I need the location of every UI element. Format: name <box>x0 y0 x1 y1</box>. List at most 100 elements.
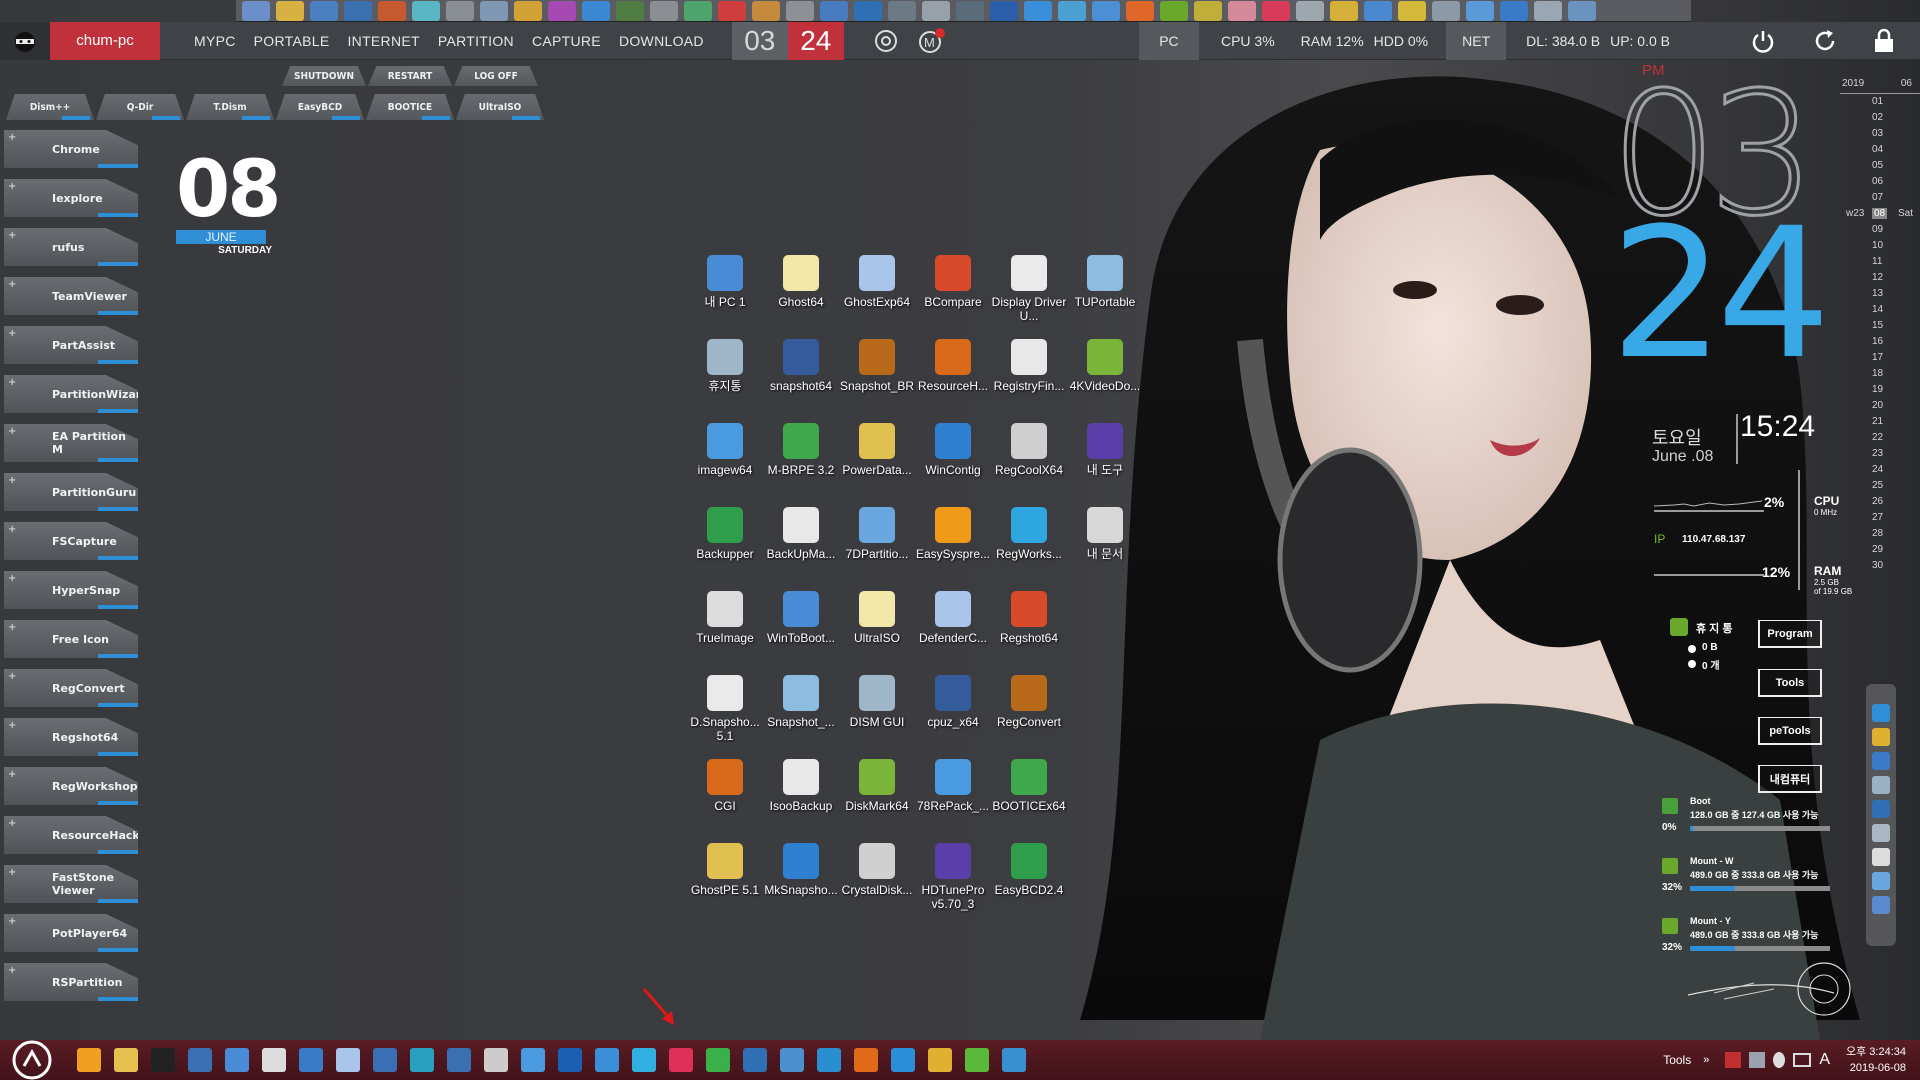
calendar-day[interactable]: 07 <box>1840 190 1920 206</box>
calendar-day[interactable]: 25 <box>1840 478 1920 494</box>
launcher-item[interactable]: + ResourceHacker <box>4 816 138 854</box>
launcher-item[interactable]: + PartAssist <box>4 326 138 364</box>
launcher-item[interactable]: + RSPartition <box>4 963 138 1001</box>
quick-launch-icon[interactable] <box>990 0 1018 21</box>
quick-launch-icon[interactable] <box>480 0 508 21</box>
calendar-day[interactable]: 02 <box>1840 110 1920 126</box>
quick-launch-icon[interactable] <box>854 0 882 21</box>
taskbar-app-icon[interactable] <box>447 1048 471 1072</box>
desktop-icon[interactable]: TrueImage <box>686 591 764 645</box>
dock-icon[interactable] <box>1872 704 1890 722</box>
taskbar-app-icon[interactable] <box>817 1048 841 1072</box>
calendar-day[interactable]: 10 <box>1840 238 1920 254</box>
tool-tab-tdism[interactable]: T.Dism <box>186 94 274 120</box>
quick-launch-icon[interactable] <box>956 0 984 21</box>
quick-launch-icon[interactable] <box>1058 0 1086 21</box>
taskbar-app-icon[interactable] <box>780 1048 804 1072</box>
dock-icon[interactable] <box>1872 896 1890 914</box>
launcher-item[interactable]: + HyperSnap <box>4 571 138 609</box>
desktop-icon[interactable]: Display Driver U... <box>990 255 1068 323</box>
taskbar-app-icon[interactable] <box>1002 1048 1026 1072</box>
desktop-icon[interactable]: PowerData... <box>838 423 916 477</box>
quick-launch-icon[interactable] <box>616 0 644 21</box>
desktop-icon[interactable]: snapshot64 <box>762 339 840 393</box>
desktop-icon[interactable]: 내 도구 <box>1066 423 1144 477</box>
taskbar-app-icon[interactable] <box>151 1048 175 1072</box>
dock-icon[interactable] <box>1872 824 1890 842</box>
quick-launch-icon[interactable] <box>412 0 440 21</box>
desktop-icon[interactable]: Snapshot_... <box>762 675 840 729</box>
quick-launch-icon[interactable] <box>786 0 814 21</box>
calendar-day[interactable]: 14 <box>1840 302 1920 318</box>
quick-launch-icon[interactable] <box>1092 0 1120 21</box>
quick-launch-icon[interactable] <box>820 0 848 21</box>
restart-icon[interactable] <box>1806 22 1844 60</box>
quick-launch-icon[interactable] <box>1500 0 1528 21</box>
quick-launch-icon[interactable] <box>1568 0 1596 21</box>
mail-icon[interactable]: M <box>916 25 948 57</box>
taskbar-app-icon[interactable] <box>928 1048 952 1072</box>
tray-tools-label[interactable]: Tools <box>1663 1053 1691 1067</box>
dock-icon[interactable] <box>1872 728 1890 746</box>
launcher-item[interactable]: + Regshot64 <box>4 718 138 756</box>
menu-portable[interactable]: PORTABLE <box>254 33 330 49</box>
desktop-icon[interactable]: imagew64 <box>686 423 764 477</box>
calendar-day[interactable]: 06 <box>1840 174 1920 190</box>
recycle-bin-icon[interactable] <box>1670 618 1688 636</box>
desktop-icon[interactable]: ResourceH... <box>914 339 992 393</box>
quick-launch-icon[interactable] <box>1024 0 1052 21</box>
launcher-item[interactable]: + FSCapture <box>4 522 138 560</box>
launcher-item[interactable]: + EA Partition M <box>4 424 138 462</box>
dock-icon[interactable] <box>1872 752 1890 770</box>
desktop-icon[interactable]: RegistryFin... <box>990 339 1068 393</box>
taskbar-app-icon[interactable] <box>77 1048 101 1072</box>
quick-launch-icon[interactable] <box>684 0 712 21</box>
taskbar-app-icon[interactable] <box>225 1048 249 1072</box>
network-icon[interactable] <box>1749 1052 1766 1068</box>
taskbar-app-icon[interactable] <box>373 1048 397 1072</box>
quick-launch-icon[interactable] <box>650 0 678 21</box>
menu-mypc[interactable]: MYPC <box>194 33 236 49</box>
mycomputer-button[interactable]: 내컴퓨터 <box>1758 765 1822 793</box>
desktop-icon[interactable]: DISM GUI <box>838 675 916 729</box>
lock-icon[interactable] <box>1865 22 1903 60</box>
desktop-icon[interactable]: 휴지통 <box>686 339 764 393</box>
quick-launch-icon[interactable] <box>548 0 576 21</box>
calendar-day[interactable]: 24 <box>1840 462 1920 478</box>
calendar-day[interactable]: 30 <box>1840 558 1920 574</box>
quick-launch-icon[interactable] <box>1194 0 1222 21</box>
desktop-icon[interactable]: BackUpMa... <box>762 507 840 561</box>
taskbar-app-icon[interactable] <box>484 1048 508 1072</box>
launcher-item[interactable]: + Chrome <box>4 130 138 168</box>
calendar-day[interactable]: 29 <box>1840 542 1920 558</box>
calendar-day[interactable]: 18 <box>1840 366 1920 382</box>
desktop-icon[interactable]: MkSnapsho... <box>762 843 840 897</box>
taskbar-app-icon[interactable] <box>965 1048 989 1072</box>
desktop-icon[interactable]: 내 PC 1 <box>686 255 764 309</box>
desktop-icon[interactable]: GhostPE 5.1 <box>686 843 764 897</box>
calendar-day[interactable]: 17 <box>1840 350 1920 366</box>
restart-tab[interactable]: RESTART <box>368 66 452 86</box>
desktop-icon[interactable]: Snapshot_BR <box>838 339 916 393</box>
quick-launch-icon[interactable] <box>1228 0 1256 21</box>
desktop-icon[interactable]: TUPortable <box>1066 255 1144 309</box>
quick-launch-icon[interactable] <box>1466 0 1494 21</box>
calendar-day[interactable]: 26 <box>1840 494 1920 510</box>
taskbar-app-icon[interactable] <box>632 1048 656 1072</box>
dock-icon[interactable] <box>1872 800 1890 818</box>
taskbar-app-icon[interactable] <box>299 1048 323 1072</box>
calendar-day[interactable]: 01 <box>1840 94 1920 110</box>
dock-icon[interactable] <box>1872 872 1890 890</box>
desktop-icon[interactable]: Regshot64 <box>990 591 1068 645</box>
calendar-day[interactable]: 23 <box>1840 446 1920 462</box>
program-button[interactable]: Program <box>1758 620 1822 648</box>
launcher-item[interactable]: + PartitionWizard <box>4 375 138 413</box>
desktop-icon[interactable]: HDTunePro v5.70_3 <box>914 843 992 911</box>
taskbar-app-icon[interactable] <box>262 1048 286 1072</box>
calendar-day[interactable]: 27 <box>1840 510 1920 526</box>
net-stat-label[interactable]: NET <box>1446 21 1507 60</box>
taskbar-app-icon[interactable] <box>854 1048 878 1072</box>
quick-launch-icon[interactable] <box>1160 0 1188 21</box>
desktop-icon[interactable]: UltraISO <box>838 591 916 645</box>
desktop-icon[interactable]: RegCoolX64 <box>990 423 1068 477</box>
